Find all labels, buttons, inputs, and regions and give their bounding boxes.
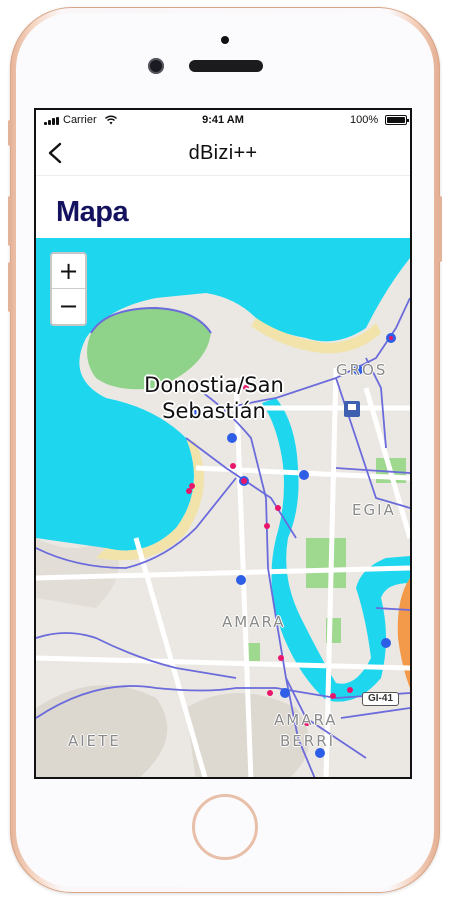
city-label-line1: Donostia/San [144, 373, 284, 397]
volume-down-button [8, 262, 12, 312]
station-marker[interactable] [227, 433, 237, 443]
front-camera [148, 58, 164, 74]
station-marker-low[interactable] [330, 693, 336, 699]
station-marker[interactable] [236, 575, 246, 585]
district-egia: EGIA [352, 501, 396, 519]
power-button [438, 196, 442, 262]
battery-percentage: 100% [350, 114, 379, 126]
volume-up-button [8, 196, 12, 246]
page-title: Mapa [56, 196, 129, 228]
district-gros: GROS [336, 361, 388, 379]
station-marker-low[interactable] [347, 687, 353, 693]
station-marker[interactable] [381, 638, 391, 648]
zoom-in-button[interactable]: + [52, 254, 85, 289]
home-button[interactable] [192, 794, 258, 860]
district-aiete: AIETE [68, 732, 121, 750]
city-label-line2: Sebastián [162, 399, 266, 423]
station-marker-low[interactable] [267, 690, 273, 696]
district-amara: AMARA [222, 613, 286, 631]
zoom-control: + − [50, 252, 87, 326]
zoom-out-button[interactable]: − [52, 289, 85, 324]
station-marker-low[interactable] [275, 505, 281, 511]
status-bar: Carrier 9:41 AM 100% [36, 110, 410, 130]
station-marker-low[interactable] [264, 523, 270, 529]
front-sensor [221, 36, 229, 44]
district-amara-berri-1: AMARA [274, 711, 338, 729]
mute-switch [8, 120, 12, 146]
road-shield: GI-41 [362, 692, 400, 706]
station-marker[interactable] [299, 470, 309, 480]
app-screen: Carrier 9:41 AM 100% dBizi++ Mapa Donost… [34, 108, 412, 779]
district-amara-berri-2: BERRI [280, 732, 336, 750]
bike-station-map[interactable]: Donostia/San Sebastián GROS EGIA AMARA A… [36, 238, 410, 777]
station-marker-low[interactable] [278, 655, 284, 661]
station-marker-low[interactable] [186, 488, 192, 494]
station-marker-low[interactable] [389, 336, 393, 340]
navigation-bar: dBizi++ [36, 130, 410, 176]
battery-icon [385, 115, 409, 125]
station-marker[interactable] [280, 688, 290, 698]
city-label: Donostia/San Sebastián [134, 372, 294, 424]
nav-title: dBizi++ [188, 142, 258, 164]
station-marker-low[interactable] [189, 483, 195, 489]
station-marker-low[interactable] [241, 478, 247, 484]
station-marker-low[interactable] [230, 463, 236, 469]
earpiece-speaker [189, 60, 263, 72]
